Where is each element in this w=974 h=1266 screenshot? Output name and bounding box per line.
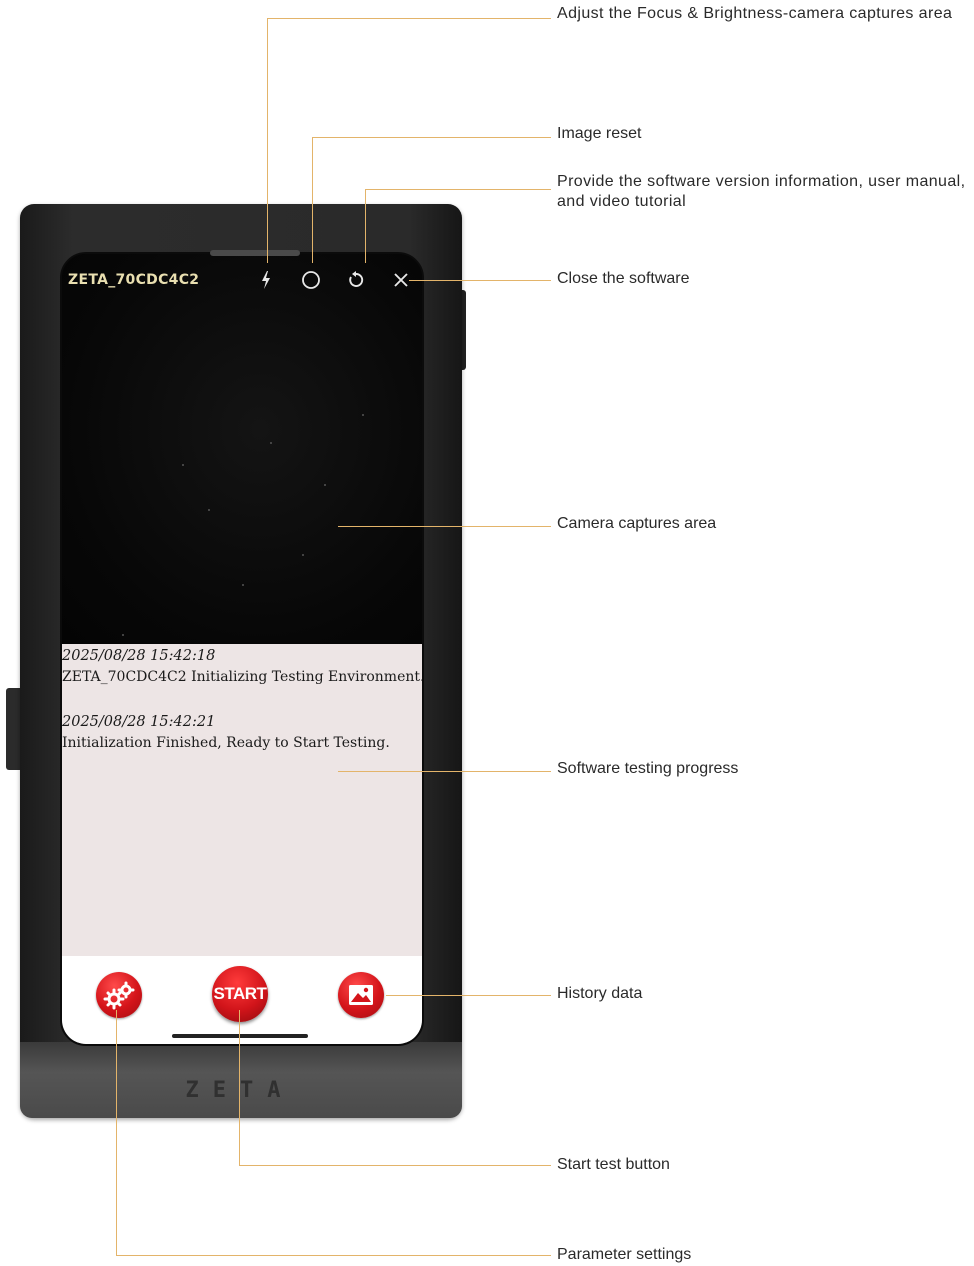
leader-line — [312, 137, 551, 138]
log-entry: 2025/08/28 15:42:18 ZETA_70CDC4C2 Initia… — [62, 646, 424, 688]
history-button[interactable] — [338, 972, 384, 1018]
camera-capture-area[interactable] — [62, 254, 422, 644]
screen-notch — [210, 250, 300, 256]
annotation-info: Provide the software version information… — [557, 173, 966, 210]
circle-icon[interactable] — [299, 268, 323, 292]
leader-line — [338, 526, 551, 527]
leader-line — [365, 189, 551, 190]
annotation-progress: Software testing progress — [557, 760, 739, 777]
home-indicator — [172, 1034, 308, 1038]
annotation-settings: Parameter settings — [557, 1246, 692, 1263]
image-icon — [349, 985, 373, 1005]
leader-line — [267, 18, 551, 19]
gears-icon — [103, 981, 135, 1010]
annotation-close: Close the software — [557, 270, 690, 287]
log-timestamp: 2025/08/28 15:42:21 — [62, 714, 216, 730]
leader-line — [386, 995, 551, 996]
log-entry: 2025/08/28 15:42:21 Initialization Finis… — [62, 712, 390, 754]
log-message: Initialization Finished, Ready to Start … — [62, 735, 390, 751]
annotation-history: History data — [557, 985, 643, 1002]
annotation-camera: Camera captures area — [557, 515, 717, 532]
annotation-focus: Adjust the Focus & Brightness-camera cap… — [557, 5, 953, 22]
annotation-start: Start test button — [557, 1156, 670, 1173]
settings-button[interactable] — [96, 972, 142, 1018]
leader-line — [409, 280, 551, 281]
leader-line — [338, 771, 551, 772]
log-message: ZETA_70CDC4C2 Initializing Testing Envir… — [62, 669, 424, 685]
log-timestamp: 2025/08/28 15:42:18 — [62, 648, 216, 664]
flash-icon[interactable] — [254, 268, 278, 292]
leader-line — [239, 1165, 551, 1166]
phone-screen: ZETA_70CDC4C2 2025/08/28 15:42:18 ZETA_7… — [60, 252, 424, 1046]
leader-line — [267, 18, 268, 263]
leader-line — [365, 189, 366, 263]
device-logo: ZETA — [140, 1078, 340, 1103]
start-button[interactable]: START — [212, 966, 268, 1022]
leader-line — [116, 1010, 117, 1255]
leader-line — [116, 1255, 551, 1256]
leader-line — [312, 137, 313, 263]
leader-line — [239, 1010, 240, 1165]
annotation-reset: Image reset — [557, 125, 642, 142]
reset-icon[interactable] — [344, 268, 368, 292]
testing-progress-log: 2025/08/28 15:42:18 ZETA_70CDC4C2 Initia… — [62, 644, 422, 956]
device-name-label: ZETA_70CDC4C2 — [68, 272, 200, 288]
